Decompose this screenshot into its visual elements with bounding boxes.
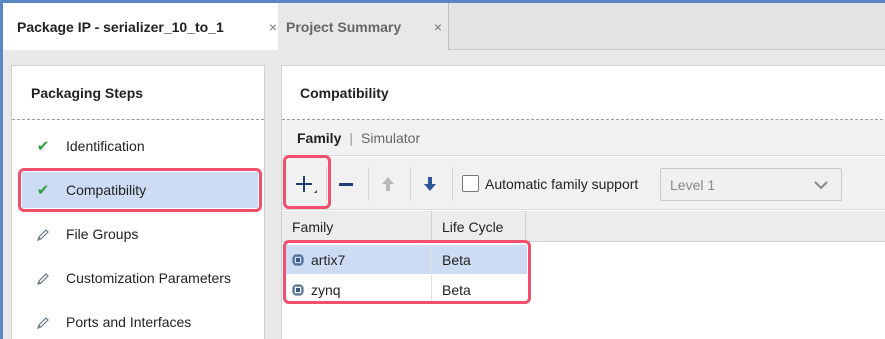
compatibility-title: Compatibility (282, 66, 885, 120)
chip-icon (292, 253, 304, 266)
minus-icon (339, 182, 353, 186)
app-frame: Package IP - serializer_10_to_1 × Projec… (0, 0, 885, 339)
tab-project-summary-label: Project Summary (286, 18, 402, 35)
automatic-family-support-option[interactable]: Automatic family support (462, 157, 638, 210)
chip-icon (292, 283, 304, 296)
subtab-simulator[interactable]: Simulator (361, 130, 420, 146)
move-down-button[interactable] (412, 157, 448, 210)
step-ports-and-interfaces[interactable]: Ports and Interfaces (22, 304, 258, 339)
table-row[interactable]: artix7 Beta (286, 245, 527, 274)
compatibility-subtabs: Family | Simulator (282, 120, 885, 156)
step-compatibility-label: Compatibility (66, 182, 147, 198)
automatic-family-support-checkbox[interactable] (462, 175, 479, 192)
toolbar-separator (452, 167, 453, 201)
column-life-cycle-header[interactable]: Life Cycle (432, 211, 503, 242)
step-ports-and-interfaces-label: Ports and Interfaces (66, 314, 192, 330)
family-table-header: Family Life Cycle (282, 211, 885, 242)
move-up-button[interactable] (370, 157, 406, 210)
check-icon: ✔ (36, 138, 50, 155)
plus-icon (296, 175, 317, 193)
support-level-value: Level 1 (670, 176, 716, 193)
step-file-groups[interactable]: File Groups (22, 216, 258, 252)
life-cycle-cell: Beta (442, 281, 471, 298)
family-toolbar: Automatic family support Level 1 (282, 157, 885, 210)
toolbar-separator (368, 167, 369, 201)
step-file-groups-label: File Groups (66, 226, 139, 242)
subtab-separator: | (349, 129, 353, 146)
family-cell: zynq (286, 275, 341, 304)
add-family-button[interactable] (286, 157, 322, 210)
tab-project-summary-close-icon[interactable]: × (434, 19, 442, 35)
arrow-up-icon (382, 176, 394, 191)
remove-family-button[interactable] (328, 157, 364, 210)
tab-package-ip-label: Package IP - serializer_10_to_1 (17, 18, 224, 35)
life-cycle-cell: Beta (442, 251, 471, 268)
check-icon: ✔ (36, 182, 50, 199)
step-identification-label: Identification (66, 138, 145, 154)
cell-separator (431, 245, 432, 274)
compatibility-panel: Compatibility Family | Simulator Automat… (281, 65, 885, 339)
chevron-down-icon (814, 181, 828, 190)
pencil-icon (35, 226, 51, 242)
step-compatibility[interactable]: ✔ Compatibility (22, 172, 258, 208)
subtab-family[interactable]: Family (297, 130, 341, 146)
step-customization-parameters[interactable]: Customization Parameters (22, 260, 258, 296)
toolbar-separator (326, 167, 327, 201)
packaging-steps-title: Packaging Steps (12, 66, 264, 120)
toolbar-separator (410, 167, 411, 201)
support-level-select[interactable]: Level 1 (660, 168, 842, 201)
step-identification[interactable]: ✔ Identification (22, 128, 258, 164)
tab-package-ip[interactable]: Package IP - serializer_10_to_1 × (3, 3, 278, 50)
pencil-icon (35, 314, 51, 330)
family-cell: artix7 (286, 245, 345, 274)
tab-project-summary[interactable]: Project Summary × (278, 3, 449, 50)
column-separator (525, 211, 526, 242)
automatic-family-support-label: Automatic family support (485, 175, 639, 192)
arrow-down-icon (424, 176, 436, 191)
step-customization-parameters-label: Customization Parameters (66, 270, 231, 286)
cell-separator (431, 275, 432, 304)
packaging-steps-panel: Packaging Steps ✔ Identification ✔ Compa… (11, 65, 265, 339)
column-family-header[interactable]: Family (282, 211, 333, 242)
family-name: artix7 (311, 251, 346, 268)
pencil-icon (35, 270, 51, 286)
tab-package-ip-close-icon[interactable]: × (269, 19, 277, 35)
table-row[interactable]: zynq Beta (286, 275, 527, 304)
document-tab-strip: Package IP - serializer_10_to_1 × Projec… (3, 3, 885, 50)
family-name: zynq (311, 281, 341, 298)
